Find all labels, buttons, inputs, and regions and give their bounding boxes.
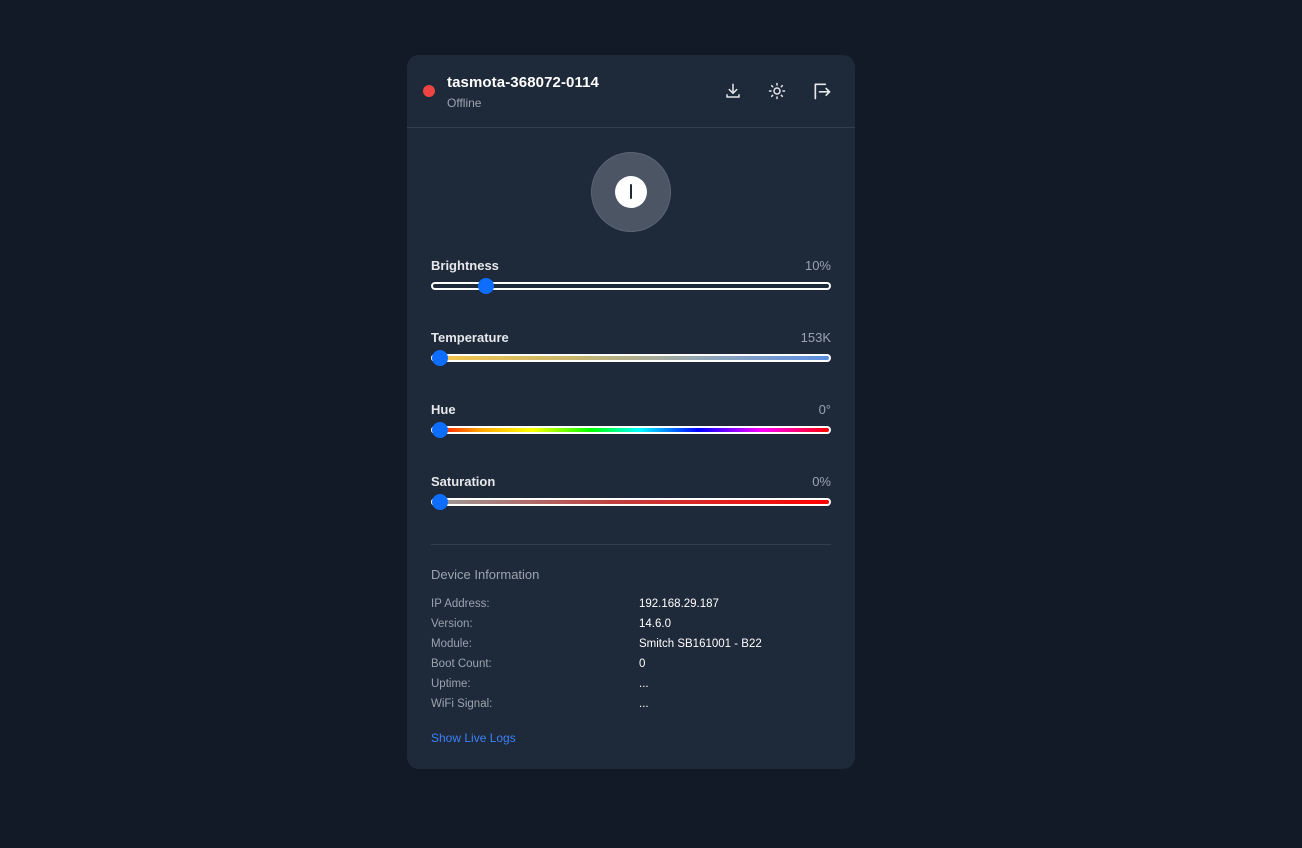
show-live-logs-link[interactable]: Show Live Logs xyxy=(431,731,516,745)
power-button[interactable] xyxy=(591,152,671,232)
temperature-slider-group: Temperature 153K xyxy=(431,330,831,370)
theme-toggle-button[interactable] xyxy=(763,77,791,105)
hue-thumb[interactable] xyxy=(432,422,448,438)
device-info-title: Device Information xyxy=(431,567,540,582)
info-value: Smitch SB161001 - B22 xyxy=(639,638,762,650)
device-header: tasmota-368072-0114 Offline xyxy=(407,55,855,128)
brightness-slider-group: Brightness 10% xyxy=(431,258,831,298)
info-key: IP Address: xyxy=(431,598,490,610)
power-icon xyxy=(615,176,647,208)
info-key: Version: xyxy=(431,618,473,630)
temperature-thumb[interactable] xyxy=(432,350,448,366)
info-row-boot-count: Boot Count: 0 xyxy=(431,658,831,676)
info-key: WiFi Signal: xyxy=(431,698,493,710)
hue-label: Hue xyxy=(431,402,456,417)
logout-button[interactable] xyxy=(808,77,836,105)
sun-icon xyxy=(768,82,786,100)
info-value: 14.6.0 xyxy=(639,618,671,630)
saturation-label: Saturation xyxy=(431,474,496,489)
info-value: ... xyxy=(639,678,649,690)
saturation-slider-group: Saturation 0% xyxy=(431,474,831,514)
download-button[interactable] xyxy=(719,77,747,105)
info-value: ... xyxy=(639,698,649,710)
brightness-value: 10% xyxy=(804,258,831,273)
saturation-value: 0% xyxy=(812,474,831,489)
info-row-version: Version: 14.6.0 xyxy=(431,618,831,636)
info-key: Module: xyxy=(431,638,472,650)
info-row-module: Module: Smitch SB161001 - B22 xyxy=(431,638,831,656)
device-card: tasmota-368072-0114 Offline Brightness 1… xyxy=(407,55,855,769)
temperature-label: Temperature xyxy=(431,330,509,345)
download-icon xyxy=(726,83,740,98)
brightness-thumb[interactable] xyxy=(477,278,494,294)
divider xyxy=(431,544,831,545)
saturation-track[interactable] xyxy=(431,498,831,506)
info-key: Boot Count: xyxy=(431,658,492,670)
status-indicator xyxy=(423,85,435,97)
info-value: 192.168.29.187 xyxy=(639,598,719,610)
info-row-wifi-signal: WiFi Signal: ... xyxy=(431,698,831,716)
saturation-thumb[interactable] xyxy=(432,494,448,510)
hue-slider-group: Hue 0° xyxy=(431,402,831,442)
temperature-value: 153K xyxy=(800,330,831,345)
info-row-ip: IP Address: 192.168.29.187 xyxy=(431,598,831,616)
info-value: 0 xyxy=(639,658,646,670)
hue-track[interactable] xyxy=(431,426,831,434)
device-name: tasmota-368072-0114 xyxy=(447,74,600,91)
temperature-track[interactable] xyxy=(431,354,831,362)
device-status: Offline xyxy=(447,96,482,110)
brightness-label: Brightness xyxy=(431,258,499,273)
info-key: Uptime: xyxy=(431,678,471,690)
hue-value: 0° xyxy=(818,402,831,417)
logout-icon xyxy=(814,83,831,100)
info-row-uptime: Uptime: ... xyxy=(431,678,831,696)
